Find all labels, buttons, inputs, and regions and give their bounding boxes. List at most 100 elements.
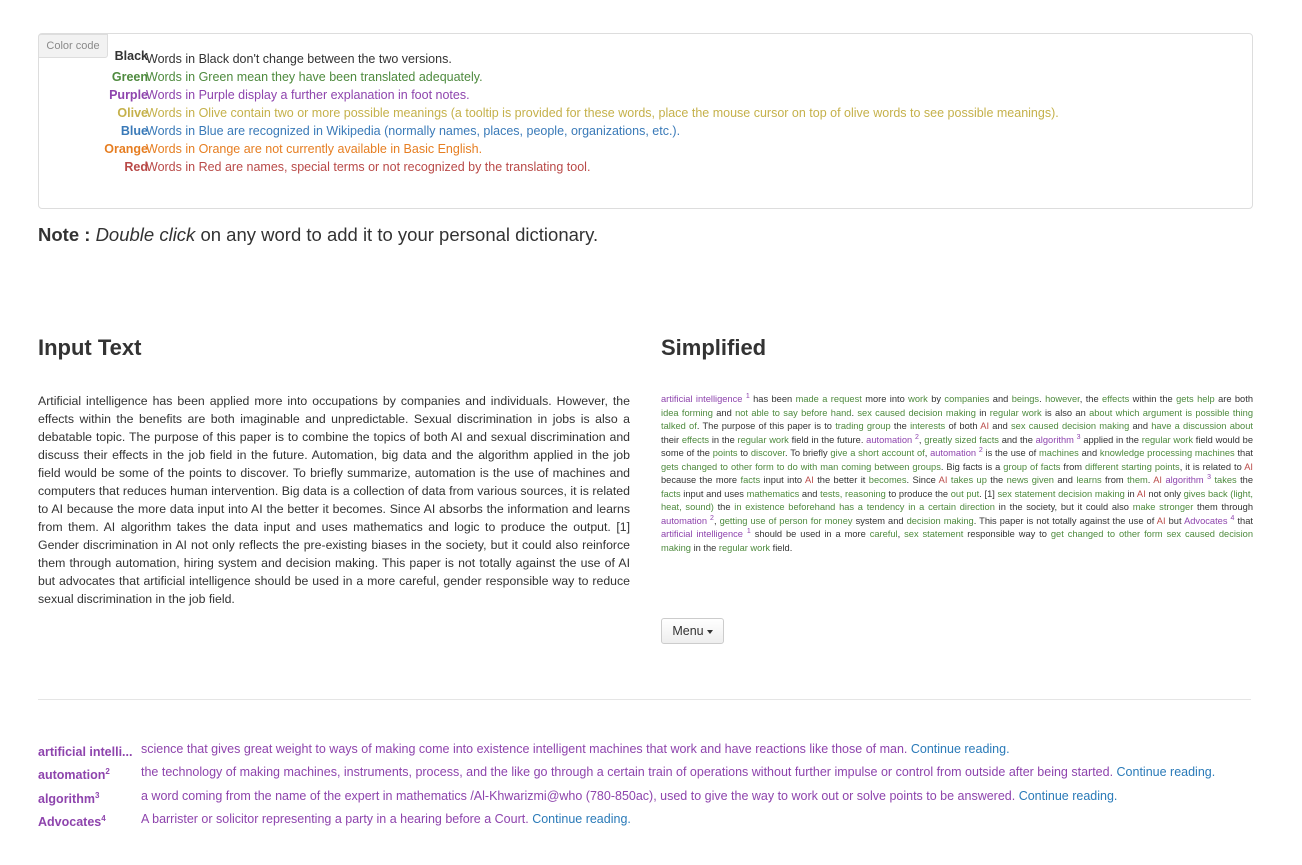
simplified-text-segment: their: [661, 434, 682, 445]
simplified-word-green[interactable]: sex statement: [904, 529, 963, 539]
simplified-word-green[interactable]: not able to say before hand: [735, 408, 851, 418]
simplified-word-green[interactable]: tests, reasoning: [820, 489, 886, 499]
simplified-word-green[interactable]: takes: [1214, 475, 1236, 485]
simplified-word-green[interactable]: regular work: [738, 435, 789, 445]
simplified-text-segment: and: [989, 421, 1012, 431]
simplified-text-body[interactable]: artificial intelligence 1 has been made …: [661, 393, 1253, 555]
continue-reading-link[interactable]: Continue reading.: [911, 742, 1010, 756]
simplified-word-green[interactable]: takes up: [951, 475, 987, 485]
footnote-definition: the technology of making machines, instr…: [141, 765, 1216, 779]
legend-name: Orange: [104, 142, 148, 156]
simplified-word-red[interactable]: AI: [1153, 475, 1162, 485]
input-text-heading: Input Text: [38, 335, 142, 360]
simplified-text-segment: to: [737, 448, 751, 458]
continue-reading-link[interactable]: Continue reading.: [532, 812, 631, 826]
simplified-word-green[interactable]: mathematics: [747, 489, 800, 499]
simplified-text-segment: to produce the: [885, 488, 951, 499]
simplified-word-green[interactable]: however: [1045, 394, 1080, 404]
simplified-word-green[interactable]: sex caused decision making: [857, 408, 976, 418]
simplified-word-green[interactable]: companies: [944, 394, 989, 404]
simplified-text-segment: from: [1060, 461, 1085, 472]
menu-button[interactable]: Menu: [661, 618, 724, 644]
legend-row-purple: Purple Words in Purple display a further…: [38, 86, 1238, 104]
footnote-row: artificial intelli... science that gives…: [38, 739, 1258, 759]
simplified-word-red[interactable]: AI: [1157, 516, 1166, 526]
simplified-word-green[interactable]: beings: [1012, 394, 1039, 404]
legend-row-black: Black Words in Black don't change betwee…: [38, 49, 1238, 68]
simplified-word-green[interactable]: becomes: [869, 475, 907, 485]
simplified-word-green[interactable]: learns: [1076, 475, 1101, 485]
simplified-word-green[interactable]: regular work: [990, 408, 1042, 418]
simplified-text-segment: in the: [690, 542, 719, 553]
simplified-text-segment: is the use of: [982, 448, 1040, 458]
simplified-word-red[interactable]: AI: [1244, 462, 1253, 472]
simplified-word-purple[interactable]: automation: [866, 435, 912, 445]
simplified-word-green[interactable]: regular work: [719, 543, 770, 553]
simplified-word-green[interactable]: careful: [870, 529, 898, 539]
simplified-text-segment: that: [1234, 448, 1253, 458]
simplified-word-green[interactable]: different starting points: [1085, 462, 1180, 472]
simplified-word-green[interactable]: points: [713, 448, 738, 458]
simplified-word-purple[interactable]: automation: [930, 448, 976, 458]
simplified-text-segment: is also an: [1041, 407, 1090, 418]
simplified-word-green[interactable]: sex statement decision making: [997, 489, 1124, 499]
simplified-word-green[interactable]: trading group: [835, 421, 890, 431]
simplified-word-green[interactable]: decision making: [907, 516, 974, 526]
simplified-word-green[interactable]: gets help: [1176, 394, 1215, 404]
footnote-term: Advocates4: [38, 814, 106, 830]
input-text-body[interactable]: Artificial intelligence has been applied…: [38, 392, 630, 608]
continue-reading-link[interactable]: Continue reading.: [1019, 789, 1118, 803]
note-label: Note :: [38, 224, 91, 245]
footnote-row: algorithm3 a word coming from the name o…: [38, 786, 1258, 806]
simplified-word-green[interactable]: have a discussion about: [1151, 421, 1253, 431]
continue-reading-link[interactable]: Continue reading.: [1117, 765, 1216, 779]
simplified-word-green[interactable]: get changed to other form: [1051, 529, 1163, 539]
footnote-term: artificial intelli...: [38, 745, 133, 760]
simplified-text-segment: the: [713, 502, 735, 512]
simplified-word-green[interactable]: effects: [1102, 394, 1129, 404]
simplified-word-green[interactable]: machines: [1039, 448, 1079, 458]
simplified-word-green[interactable]: effects: [682, 435, 709, 445]
simplified-word-green[interactable]: idea forming: [661, 408, 713, 418]
simplified-word-purple[interactable]: artificial intelligence: [661, 394, 742, 404]
simplified-word-green[interactable]: work: [908, 394, 928, 404]
simplified-word-purple[interactable]: automation: [661, 516, 707, 526]
footnote-definition: a word coming from the name of the exper…: [141, 789, 1118, 803]
simplified-word-purple[interactable]: Advocates: [1184, 516, 1227, 526]
simplified-word-red[interactable]: AI: [1137, 489, 1146, 499]
simplified-text-segment: . Since: [906, 475, 939, 485]
legend-name: Green: [111, 70, 148, 84]
simplified-word-green[interactable]: has a tendency in a certain direction: [839, 502, 995, 512]
simplified-word-green[interactable]: interests: [910, 421, 945, 431]
simplified-word-green[interactable]: knowledge processing machines: [1100, 448, 1235, 458]
simplified-word-green[interactable]: give a short account of: [830, 448, 924, 458]
footnote-row: Advocates4 A barrister or solicitor repr…: [38, 809, 1258, 829]
simplified-word-green[interactable]: them: [1127, 475, 1148, 485]
simplified-word-red[interactable]: AI: [805, 475, 814, 485]
simplified-word-green[interactable]: greatly sized facts: [924, 435, 999, 445]
simplified-word-purple[interactable]: artificial intelligence: [661, 529, 743, 539]
simplified-text-segment: and: [799, 488, 821, 499]
legend-desc: Words in Blue are recognized in Wikipedi…: [146, 124, 681, 138]
simplified-word-green[interactable]: discover: [751, 448, 785, 458]
simplified-word-green[interactable]: news given: [1007, 475, 1054, 485]
simplified-word-green[interactable]: facts: [740, 475, 760, 485]
simplified-word-green[interactable]: made a request: [796, 394, 862, 404]
simplified-word-green[interactable]: facts: [661, 489, 681, 499]
simplified-text-segment: in: [1124, 488, 1137, 499]
simplified-word-purple[interactable]: algorithm: [1165, 475, 1203, 485]
simplified-word-green[interactable]: sex caused decision making: [1011, 421, 1129, 431]
simplified-text-segment: and: [712, 407, 736, 418]
simplified-word-green[interactable]: getting use of person for money: [720, 516, 853, 526]
simplified-word-green[interactable]: gets changed to other form to do with ma…: [661, 462, 941, 472]
caret-down-icon: [706, 629, 713, 634]
simplified-word-purple[interactable]: algorithm: [1036, 435, 1074, 445]
simplified-word-green[interactable]: in existence beforehand: [734, 502, 835, 512]
simplified-word-green[interactable]: regular work: [1142, 435, 1193, 445]
simplified-word-green[interactable]: group of facts: [1003, 462, 1060, 472]
simplified-word-red[interactable]: AI: [980, 421, 989, 431]
simplified-text-segment: and: [1129, 421, 1152, 431]
simplified-word-green[interactable]: out put: [951, 489, 980, 499]
simplified-text-segment: . The purpose of this paper is to: [696, 421, 836, 431]
simplified-word-green[interactable]: make stronger: [1133, 502, 1194, 512]
